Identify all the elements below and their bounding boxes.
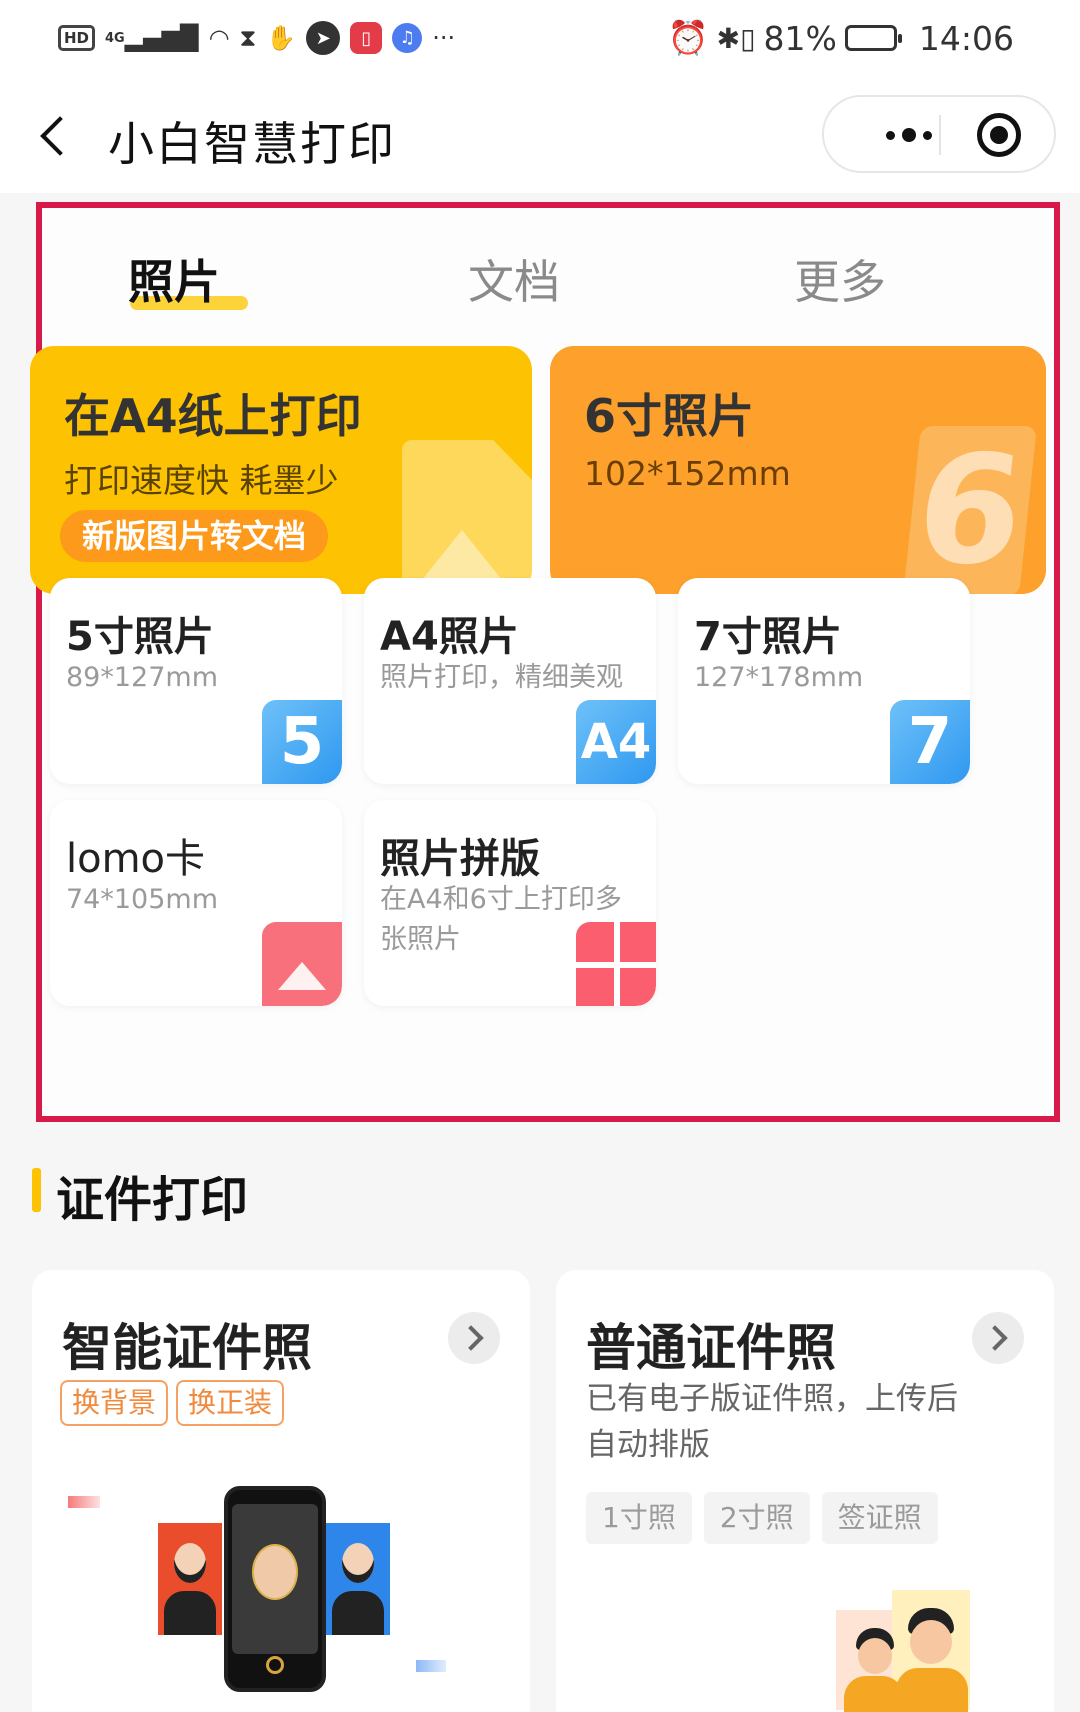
card-title: lomo卡 — [66, 836, 206, 882]
network-type-label: 4G — [105, 30, 125, 46]
card-title: 智能证件照 — [62, 1319, 312, 1377]
a4-paper-print-card[interactable]: 在A4纸上打印 打印速度快 耗墨少 新版图片转文档 — [30, 346, 532, 594]
shutter-icon — [266, 1656, 284, 1674]
category-tabs: 照片 文档 更多 — [42, 208, 1054, 328]
more-menu-button[interactable] — [854, 97, 964, 173]
close-miniprogram-button[interactable] — [977, 113, 1021, 157]
card-title: 普通证件照 — [586, 1319, 836, 1377]
card-subtitle: 照片打印，精细美观 — [380, 662, 623, 693]
hand-icon: ✋ — [266, 24, 297, 52]
status-right: ⏰ ✱▯ 81% 14:06 — [668, 18, 1014, 58]
chip-2-inch[interactable]: 2寸照 — [703, 1492, 810, 1544]
phone-illustration — [224, 1486, 326, 1692]
card-subtitle: 打印速度快 耗墨少 — [64, 461, 339, 500]
section-accent-bar — [32, 1168, 41, 1212]
normal-id-photo-card[interactable]: 普通证件照 已有电子版证件照，上传后自动排版 1寸照 2寸照 签证照 — [556, 1270, 1054, 1712]
tag-change-background: 换背景 — [60, 1380, 169, 1426]
phone-screen — [232, 1504, 318, 1654]
portrait-red-background — [158, 1523, 222, 1635]
card-subtitle: 89*127mm — [66, 662, 218, 693]
people-illustration-icon — [836, 1590, 970, 1712]
body-shape — [896, 1668, 968, 1712]
decor-dash — [68, 1496, 100, 1508]
card-title: 6寸照片 — [584, 389, 755, 443]
smart-id-photo-card[interactable]: 智能证件照 换背景 换正装 — [32, 1270, 530, 1712]
7-inch-photo-card[interactable]: 7寸照片 127*178mm 7 — [678, 578, 970, 784]
section-title-id-print: 证件打印 — [56, 1172, 249, 1228]
6-inch-photo-card[interactable]: 6寸照片 102*152mm 6 — [550, 346, 1046, 594]
number-seven-icon: 7 — [890, 700, 970, 784]
5-inch-photo-card[interactable]: 5寸照片 89*127mm 5 — [50, 578, 342, 784]
more-dots-icon: ··· — [432, 24, 456, 52]
document-image-icon — [402, 440, 532, 594]
card-title: 5寸照片 — [66, 614, 214, 660]
status-bar: HD 4G ▂▄▆█ ◠ ⧗ ✋ ➤ ▯ ♫ ··· ⏰ ✱▯ 81% 14:06 — [0, 0, 1080, 78]
tab-photo-label: 照片 — [128, 255, 220, 309]
shield-icon: ➤ — [306, 21, 341, 55]
battery-icon — [844, 25, 902, 51]
a4-icon: A4 — [576, 700, 656, 784]
card-subtitle: 102*152mm — [584, 454, 791, 493]
tab-document[interactable]: 文档 — [468, 246, 560, 312]
battery-percent: 81% — [763, 18, 837, 58]
chip-visa[interactable]: 签证照 — [821, 1492, 938, 1544]
size-chips: 1寸照 2寸照 签证照 — [586, 1492, 938, 1544]
tab-document-label: 文档 — [468, 255, 560, 309]
portrait-blue-background — [326, 1523, 390, 1635]
tab-more-label: 更多 — [794, 255, 886, 309]
card-title: 照片拼版 — [380, 836, 540, 882]
photo-collage-card[interactable]: 照片拼版 在A4和6寸上打印多张照片 — [364, 800, 656, 1006]
music-app-icon: ♫ — [392, 23, 423, 53]
chip-1-inch[interactable]: 1寸照 — [586, 1492, 692, 1544]
back-arrow-icon[interactable] — [32, 106, 82, 162]
tab-more[interactable]: 更多 — [794, 246, 886, 312]
hourglass-icon: ⧗ — [239, 24, 257, 52]
card-title: A4照片 — [380, 614, 519, 660]
face-scan-icon — [252, 1544, 298, 1600]
collage-grid-icon — [576, 922, 656, 1006]
tag-change-formal-wear: 换正装 — [176, 1380, 285, 1426]
head-shape — [910, 1620, 952, 1664]
dot-icon — [923, 130, 932, 140]
dot-icon — [902, 128, 916, 142]
capsule-divider — [939, 115, 941, 155]
card-title: 在A4纸上打印 — [64, 389, 362, 443]
decor-dash — [416, 1660, 446, 1672]
chevron-right-icon[interactable] — [972, 1312, 1024, 1364]
card-subtitle: 74*105mm — [66, 884, 218, 915]
lomo-card[interactable]: lomo卡 74*105mm — [50, 800, 342, 1006]
hd-icon: HD — [58, 25, 96, 51]
number-six-icon: 6 — [903, 424, 1037, 594]
image-icon — [262, 922, 342, 1006]
nav-bar: 小白智慧打印 — [0, 78, 1080, 193]
bluetooth-icon: ✱▯ — [716, 21, 756, 55]
image-to-doc-badge[interactable]: 新版图片转文档 — [60, 510, 329, 562]
number-five-icon: 5 — [262, 700, 342, 784]
page-title: 小白智慧打印 — [108, 117, 396, 171]
tab-photo[interactable]: 照片 — [128, 246, 220, 312]
feature-tags: 换背景 换正装 — [60, 1380, 285, 1426]
alarm-icon: ⏰ — [667, 18, 709, 57]
chevron-right-icon[interactable] — [448, 1312, 500, 1364]
a4-photo-card[interactable]: A4照片 照片打印，精细美观 A4 — [364, 578, 656, 784]
card-description: 已有电子版证件照，上传后自动排版 — [586, 1381, 958, 1463]
card-title: 7寸照片 — [694, 614, 842, 660]
card-subtitle: 127*178mm — [694, 662, 864, 693]
wifi-icon: ◠ — [208, 24, 230, 52]
clock: 14:06 — [918, 18, 1014, 58]
body-shape — [844, 1676, 904, 1712]
dot-icon — [886, 130, 895, 140]
status-left-icons: HD 4G ▂▄▆█ ◠ ⧗ ✋ ➤ ▯ ♫ ··· — [58, 18, 455, 58]
photo-print-panel: 照片 文档 更多 在A4纸上打印 打印速度快 耗墨少 新版图片转文档 6寸照片 … — [30, 202, 1060, 1122]
book-app-icon: ▯ — [350, 22, 383, 54]
head-shape — [858, 1638, 892, 1674]
miniprogram-capsule — [822, 95, 1056, 173]
signal-4g-icon: 4G ▂▄▆█ — [105, 24, 199, 52]
